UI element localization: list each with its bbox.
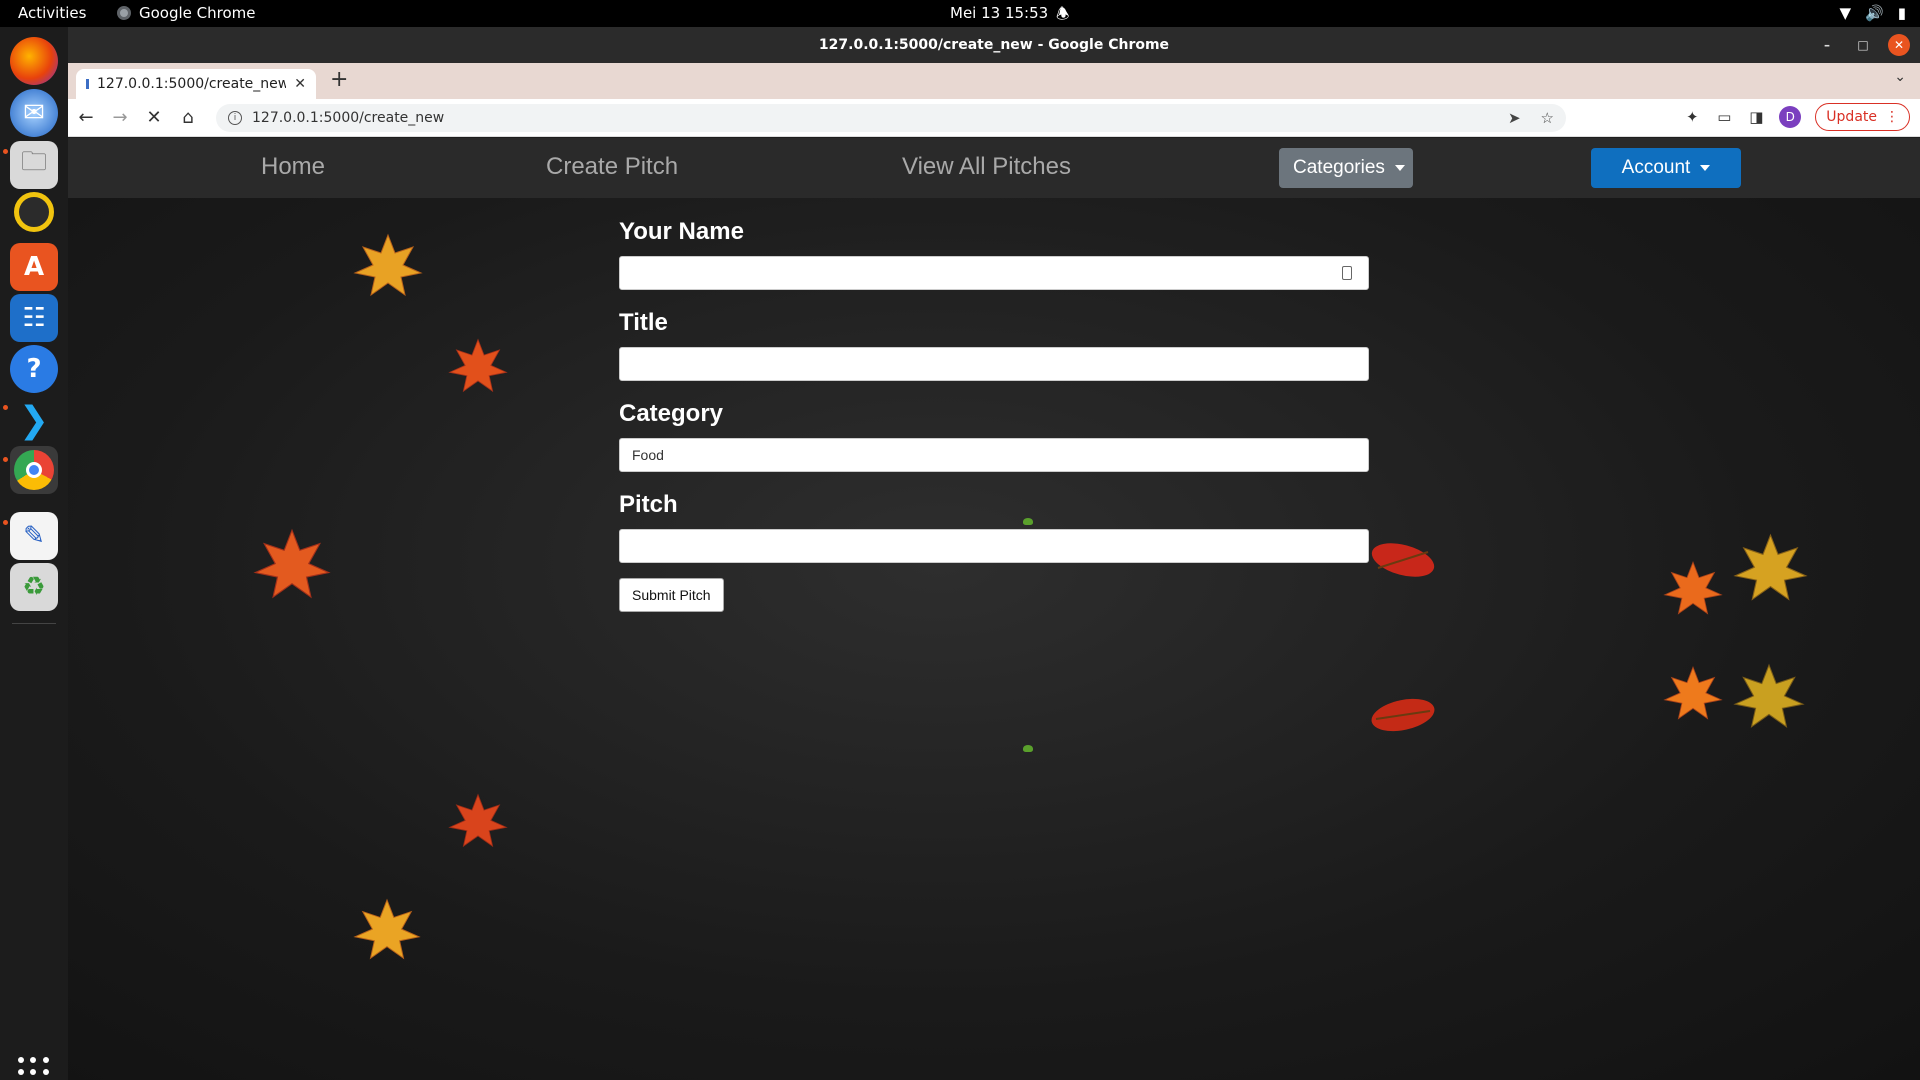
maple-leaf-decoration [353,233,423,297]
vscode-icon[interactable]: ❯ [10,396,58,444]
category-value: Food [632,447,664,463]
chrome-window: 127.0.0.1:5000/create_new - Google Chrom… [68,27,1920,1080]
browser-toolbar: ← → ✕ ⌂ i 127.0.0.1:5000/create_new ➤ ☆ … [68,99,1920,137]
create-pitch-form: Your Name Title Category Food Pitch Subm… [619,218,1369,612]
update-button[interactable]: Update ⋮ [1815,103,1910,131]
thunderbird-icon[interactable]: ✉ [10,89,58,137]
text-editor-icon[interactable]: ✎ [10,512,58,560]
address-bar[interactable]: i 127.0.0.1:5000/create_new ➤ ☆ [216,104,1566,132]
site-info-icon[interactable]: i [228,111,242,125]
volume-icon: 🔊 [1865,4,1884,22]
nav-link-create-pitch[interactable]: Create Pitch [546,153,678,181]
close-window-icon[interactable]: ✕ [1888,34,1910,56]
leaf-decoration [1371,698,1435,732]
window-title: 127.0.0.1:5000/create_new - Google Chrom… [818,37,1170,53]
send-to-device-icon[interactable]: ➤ [1508,109,1521,127]
nav-link-view-all-pitches[interactable]: View All Pitches [902,153,1071,181]
running-indicator [3,520,8,525]
clock[interactable]: Mei 13 15:53 [950,4,1048,22]
show-apps-icon[interactable] [18,1057,50,1080]
maple-leaf-decoration [1733,663,1805,728]
category-input[interactable]: Food [619,438,1369,472]
pitch-label: Pitch [619,491,678,518]
maple-leaf-decoration [448,338,508,393]
system-top-bar: Activities Google Chrome Mei 13 15:53 🕭 … [0,0,1920,27]
title-label: Title [619,309,668,336]
sprout-decoration [1023,745,1033,752]
tab-strip: 127.0.0.1:5000/create_new ✕ + ⌄ [68,63,1920,99]
app-menu[interactable]: Google Chrome [117,4,256,22]
tab-title: 127.0.0.1:5000/create_new [97,76,287,92]
trash-icon[interactable]: ♻ [10,563,58,611]
window-titlebar[interactable]: 127.0.0.1:5000/create_new - Google Chrom… [68,27,1920,63]
maximize-icon[interactable]: □ [1852,34,1874,56]
maple-leaf-decoration [253,528,331,599]
maple-leaf-decoration [1663,666,1723,720]
stop-loading-icon[interactable]: ✕ [138,102,170,134]
status-area[interactable]: ▼ 🔊 ▮ [1840,4,1907,22]
running-indicator [3,149,8,154]
notification-bell-icon[interactable]: 🕭 [1056,4,1069,29]
maple-leaf-decoration [1733,533,1808,601]
firefox-icon[interactable] [10,37,58,85]
caret-down-icon [1700,165,1711,171]
bookmark-star-icon[interactable]: ☆ [1541,109,1554,127]
url-text: 127.0.0.1:5000/create_new [252,110,445,126]
forward-arrow-icon[interactable]: → [104,102,136,134]
account-dropdown-button[interactable]: Account [1591,148,1741,188]
pitch-input[interactable] [619,529,1369,563]
new-tab-icon[interactable]: + [330,67,348,92]
categories-label: Categories [1293,157,1385,178]
profile-avatar[interactable]: D [1779,106,1802,128]
minimize-icon[interactable]: – [1816,34,1838,56]
tab-close-icon[interactable]: ✕ [294,76,306,92]
chrome-dock-icon[interactable] [10,446,58,494]
update-label: Update [1826,109,1877,125]
maple-leaf-decoration [353,898,421,960]
battery-icon: ▮ [1897,4,1906,22]
chrome-icon [117,6,131,20]
cast-icon[interactable]: ▭ [1715,108,1733,126]
name-input[interactable] [619,256,1369,290]
chrome-logo-icon [14,450,54,490]
running-indicator [3,457,8,462]
account-label: Account [1621,157,1691,178]
extensions-puzzle-icon[interactable]: ✦ [1683,108,1701,126]
kebab-menu-icon: ⋮ [1885,109,1899,125]
dock-separator [12,623,56,624]
password-manager-key-icon[interactable] [1342,266,1352,280]
favicon-icon [86,79,89,89]
home-icon[interactable]: ⌂ [172,102,204,134]
software-store-icon[interactable]: A [10,243,58,291]
category-label: Category [619,400,724,427]
submit-pitch-button[interactable]: Submit Pitch [619,578,724,612]
rhythmbox-icon[interactable] [14,192,54,232]
app-name: Google Chrome [139,4,256,22]
activities-button[interactable]: Activities [18,4,86,22]
dock: ✉ 🗀 A ☷ ? ❯ ✎ ♻ [0,27,68,1080]
side-panel-icon[interactable]: ◨ [1747,108,1765,126]
page-viewport: Home Create Pitch View All Pitches Categ… [68,138,1920,1080]
files-icon[interactable]: 🗀 [10,141,58,189]
back-arrow-icon[interactable]: ← [70,102,102,134]
nav-link-home[interactable]: Home [261,153,325,181]
caret-down-icon [1394,165,1405,171]
help-icon[interactable]: ? [10,345,58,393]
maple-leaf-decoration [448,793,508,848]
leaf-decoration [1371,543,1435,577]
categories-dropdown-button[interactable]: Categories [1279,148,1413,188]
site-navbar: Home Create Pitch View All Pitches Categ… [68,138,1920,198]
name-label: Your Name [619,218,744,245]
tab-create-new[interactable]: 127.0.0.1:5000/create_new ✕ [76,69,316,99]
tab-search-chevron-icon[interactable]: ⌄ [1894,69,1906,85]
writer-icon[interactable]: ☷ [10,294,58,342]
running-indicator [3,405,8,410]
title-input[interactable] [619,347,1369,381]
wifi-icon: ▼ [1839,4,1852,22]
maple-leaf-decoration [1663,561,1723,615]
